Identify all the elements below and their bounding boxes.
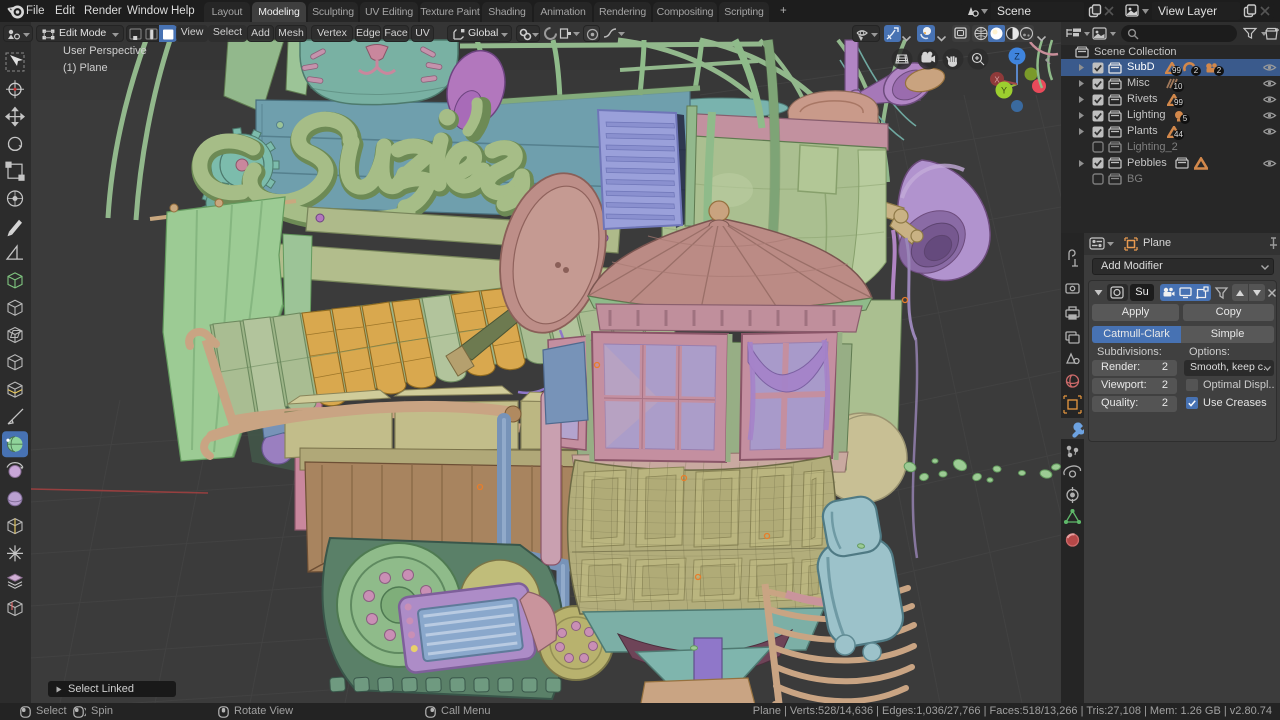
svg-text:Y: Y xyxy=(1001,86,1007,96)
svg-text:Z: Z xyxy=(1014,52,1020,62)
